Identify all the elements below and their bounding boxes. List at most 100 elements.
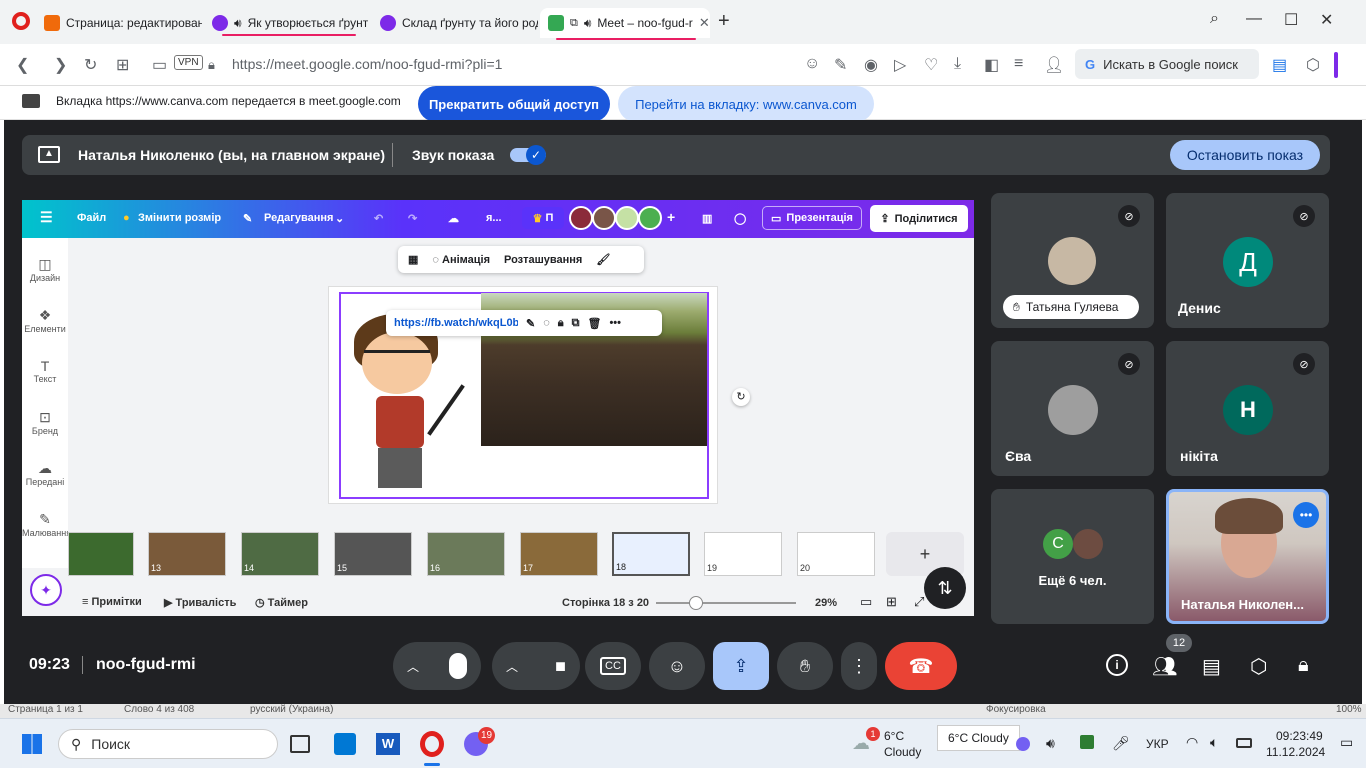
stop-presenting-button[interactable]: Остановить показ — [1170, 140, 1320, 170]
collaborator-avatar[interactable] — [638, 206, 662, 230]
self-view-tile[interactable]: ••• Наталья Николен... — [1166, 489, 1329, 624]
collaborator-avatar[interactable] — [615, 206, 639, 230]
redo-icon[interactable]: ↷ — [408, 212, 417, 225]
tab-meet[interactable]: ⧉ 🔊︎ Meet – noo-fgud-r ✕ — [540, 8, 710, 38]
chevron-up-icon[interactable]: ︿ — [407, 658, 419, 675]
sidebar-item-brand[interactable]: ⊡ Бренд — [22, 409, 68, 436]
send-icon[interactable]: ▷ — [894, 55, 906, 75]
teacher-illustration[interactable] — [346, 308, 466, 498]
slide-thumbnail[interactable]: 20 — [797, 532, 875, 576]
present-now-button[interactable]: ⇪ — [713, 642, 769, 690]
info-icon[interactable]: i — [1106, 654, 1128, 676]
security-icon[interactable] — [1080, 735, 1094, 749]
present-button[interactable]: ▭ Презентація — [762, 206, 862, 230]
timer-button[interactable]: ◷ Таймер — [255, 596, 308, 609]
sidebar-item-uploads[interactable]: ☁ Передані — [22, 460, 68, 487]
sidebar-item-design[interactable]: ◫ Дизайн — [22, 256, 68, 283]
weather-desc[interactable]: Cloudy — [884, 745, 921, 759]
zoom-handle[interactable] — [689, 596, 703, 610]
google-search-box[interactable]: G Искать в Google поиск — [1075, 49, 1259, 79]
slide-thumbnail[interactable]: 17 — [520, 532, 598, 576]
host-controls-icon[interactable]: 🔒︎ — [1298, 654, 1309, 677]
slide-thumbnail[interactable]: 13 — [148, 532, 226, 576]
taskbar-search[interactable]: ⚲ Поиск — [58, 729, 278, 759]
camera-icon[interactable]: ▭ — [152, 55, 167, 75]
mic-control[interactable]: ︿ — [393, 642, 481, 690]
delete-icon[interactable]: 🗑︎ — [587, 317, 601, 330]
battery-saver-icon[interactable]: ◧ — [984, 55, 999, 75]
analytics-icon[interactable]: ▥ — [702, 212, 712, 225]
sidebar-item-text[interactable]: T Текст — [22, 358, 68, 384]
opera-logo-icon[interactable] — [12, 12, 30, 30]
emoji-icon[interactable]: ☺ — [804, 55, 820, 73]
lock-icon[interactable]: 🔒︎ — [558, 317, 564, 330]
clock-date[interactable]: 11.12.2024 — [1266, 745, 1325, 759]
slide-thumbnail[interactable]: 16 — [427, 532, 505, 576]
reload-icon[interactable]: ↻ — [84, 55, 97, 75]
more-options-button[interactable]: ⋮ — [841, 642, 877, 690]
chat-icon[interactable]: ▤ — [1202, 654, 1221, 679]
slide-thumbnail[interactable]: 15 — [334, 532, 412, 576]
sidebar-item-draw[interactable]: ✎ Малювання — [22, 511, 71, 538]
speaker-tray-icon[interactable]: 🔈︎ — [1210, 734, 1218, 751]
edit-link-icon[interactable]: ✎ — [526, 317, 535, 330]
magic-button[interactable]: ✦ — [30, 574, 62, 606]
more-options-icon[interactable]: ••• — [1293, 502, 1319, 528]
slide-thumbnail-current[interactable]: 18 — [612, 532, 690, 576]
stop-sharing-button[interactable]: Прекратить общий доступ — [418, 86, 610, 122]
cloud-icon[interactable]: ☁ — [448, 212, 459, 225]
camera-control[interactable]: ︿ ■︎ — [492, 642, 580, 690]
undo-icon[interactable]: ↶ — [374, 212, 383, 225]
chevron-up-icon[interactable]: ︿ — [506, 658, 518, 675]
more-icon[interactable]: ••• — [609, 317, 621, 329]
notes-button[interactable]: ≡ Примітки — [82, 596, 142, 608]
word-icon[interactable]: W — [376, 733, 400, 755]
volume-icon[interactable]: 🔊︎ — [1046, 735, 1055, 752]
zoom-slider[interactable] — [656, 602, 796, 604]
participant-tile[interactable]: ⊘ Н нікіта — [1166, 341, 1329, 476]
language-indicator[interactable]: УКР — [1146, 737, 1169, 751]
switch-to-tab-button[interactable]: Перейти на вкладку: www.canva.com — [618, 86, 874, 122]
canva-title[interactable]: я... — [486, 212, 502, 224]
captions-button[interactable]: CC — [585, 642, 641, 690]
participant-tile[interactable]: ⊘ Єва — [991, 341, 1154, 476]
battery-icon[interactable] — [1236, 738, 1252, 748]
participant-tile[interactable]: ⊘ Д Денис — [1166, 193, 1329, 328]
add-collaborator-icon[interactable]: + — [667, 209, 675, 225]
rotate-icon[interactable]: ↻ — [732, 388, 750, 406]
link-url[interactable]: https://fb.watch/wkqL0bI — [394, 317, 518, 329]
task-view-icon[interactable] — [290, 735, 310, 753]
duplicate-icon[interactable]: ⧉ — [572, 317, 580, 330]
transparency-icon[interactable]: ▦ — [408, 253, 418, 266]
people-icon[interactable]: 👥︎ — [1152, 654, 1177, 679]
search-tabs-icon[interactable]: ⌕ — [1210, 10, 1219, 28]
window-close-icon[interactable]: ✕ — [1320, 10, 1333, 30]
maximize-icon[interactable]: ☐ — [1284, 10, 1298, 30]
more-participants-tile[interactable]: С Ещё 6 чел. — [991, 489, 1154, 624]
extensions-icon[interactable]: ⬡ — [1306, 55, 1320, 75]
tab-soil-composition[interactable]: Склад ґрунту та його род — [372, 8, 538, 38]
notifications-icon[interactable]: ▭ — [1340, 734, 1353, 751]
raise-hand-button[interactable]: ✋︎ — [777, 642, 833, 690]
participant-tile[interactable]: ⊘ ✋︎ Татьяна Гуляева — [991, 193, 1154, 328]
menu-icon[interactable]: ☰ — [40, 209, 53, 226]
speed-dial-icon[interactable]: ⊞ — [116, 55, 129, 75]
minimize-icon[interactable]: — — [1246, 10, 1262, 28]
slide-thumbnail[interactable] — [68, 532, 134, 576]
comment-icon[interactable]: ◯ — [734, 212, 746, 225]
microphone-tray-icon[interactable]: 🎤︎ — [1112, 735, 1130, 752]
store-icon[interactable] — [334, 733, 356, 755]
leave-call-button[interactable]: ☎︎ — [885, 642, 957, 690]
new-tab-button[interactable]: + — [718, 10, 730, 33]
sidebar-item-elements[interactable]: ❖ Елементи — [22, 307, 68, 334]
viber-tray-icon[interactable] — [1016, 737, 1030, 751]
easy-setup-icon[interactable]: ≡ — [1014, 55, 1023, 73]
weather-temp[interactable]: 6°C — [884, 729, 904, 743]
page-view-icon[interactable]: ▭ — [860, 594, 872, 610]
forward-icon[interactable]: ❯ — [54, 55, 67, 75]
wifi-icon[interactable]: ◠ — [1186, 734, 1198, 751]
clock-time[interactable]: 09:23:49 — [1276, 729, 1323, 743]
close-icon[interactable]: ✕ — [699, 15, 710, 31]
animation-button[interactable]: ◌ Анімація — [432, 254, 490, 266]
lock-icon[interactable]: 🔒︎ — [208, 57, 215, 73]
